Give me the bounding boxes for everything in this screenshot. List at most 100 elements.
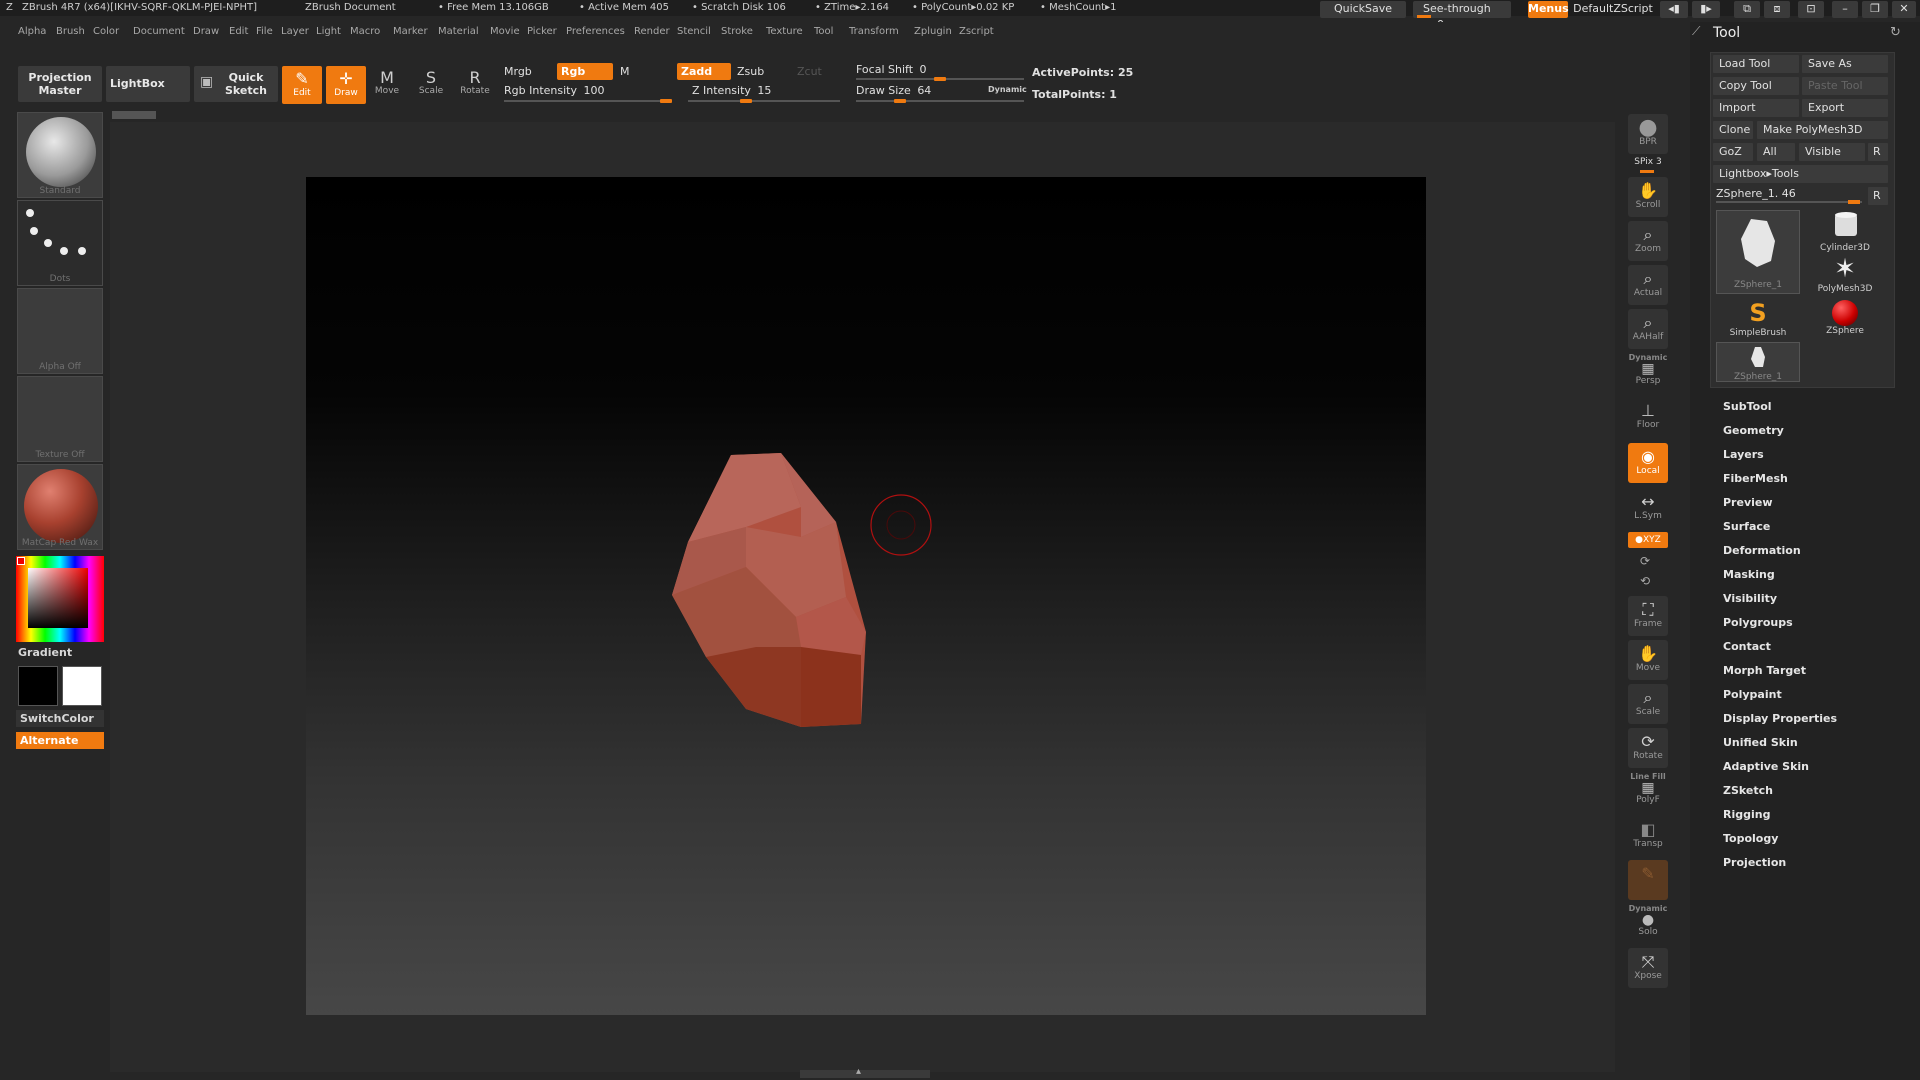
palette-left-icon[interactable]: ◂▮: [1660, 1, 1688, 18]
menu-picker[interactable]: Picker: [527, 26, 557, 37]
ghost-button[interactable]: ✎: [1628, 860, 1668, 900]
menu-transform[interactable]: Transform: [849, 26, 899, 37]
load-tool-button[interactable]: Load Tool: [1713, 55, 1799, 73]
palette-right-icon[interactable]: ▮▸: [1692, 1, 1720, 18]
aahalf-button[interactable]: ⌕ AAHalf: [1628, 309, 1668, 349]
switchcolor-button[interactable]: SwitchColor: [16, 710, 104, 727]
import-button[interactable]: Import: [1713, 99, 1799, 117]
menu-layer[interactable]: Layer: [281, 26, 309, 37]
bottom-tray-toggle[interactable]: ▴: [800, 1066, 930, 1078]
menu-tool[interactable]: Tool: [814, 26, 833, 37]
menu-edit[interactable]: Edit: [229, 26, 248, 37]
lightbox-tools-button[interactable]: Lightbox▸Tools: [1713, 165, 1888, 183]
floor-button[interactable]: ⊥ Floor: [1628, 397, 1668, 437]
lock-icon[interactable]: ⊡: [1798, 1, 1824, 18]
section-topology[interactable]: Topology: [1723, 832, 1778, 845]
projection-master-button[interactable]: Projection Master: [18, 66, 102, 102]
section-polygroups[interactable]: Polygroups: [1723, 616, 1793, 629]
section-fibermesh[interactable]: FiberMesh: [1723, 472, 1788, 485]
alternate-button[interactable]: Alternate: [16, 732, 104, 749]
bpr-button[interactable]: ● BPR: [1628, 114, 1668, 154]
edit-mode-button[interactable]: ✎ Edit: [282, 66, 322, 104]
section-preview[interactable]: Preview: [1723, 496, 1773, 509]
menu-marker[interactable]: Marker: [393, 26, 428, 37]
menu-light[interactable]: Light: [316, 26, 341, 37]
section-visibility[interactable]: Visibility: [1723, 592, 1777, 605]
secondary-color-swatch[interactable]: [62, 666, 102, 706]
scale-view-button[interactable]: ⌕ Scale: [1628, 684, 1668, 724]
gradient-label[interactable]: Gradient: [18, 646, 72, 659]
section-surface[interactable]: Surface: [1723, 520, 1770, 533]
m-button[interactable]: M: [620, 65, 630, 78]
current-tool-slider[interactable]: [1716, 201, 1862, 203]
copy-tool-button[interactable]: Copy Tool: [1713, 77, 1799, 95]
maximize-icon[interactable]: ❐: [1862, 1, 1888, 18]
menu-zscript[interactable]: Zscript: [959, 26, 994, 37]
rgb-intensity-track[interactable]: [504, 100, 672, 102]
z-intensity-knob[interactable]: [740, 99, 752, 103]
transp-button[interactable]: ◧ Transp: [1628, 816, 1668, 856]
solo-button[interactable]: Dynamic ● Solo: [1628, 904, 1668, 944]
save-as-button[interactable]: Save As: [1802, 55, 1888, 73]
menu-macro[interactable]: Macro: [350, 26, 380, 37]
section-adaptive-skin[interactable]: Adaptive Skin: [1723, 760, 1809, 773]
color-square[interactable]: [28, 568, 88, 628]
tool-thumb-zsphere[interactable]: ZSphere: [1803, 298, 1887, 340]
section-unified-skin[interactable]: Unified Skin: [1723, 736, 1798, 749]
section-layers[interactable]: Layers: [1723, 448, 1764, 461]
tool-thumb-polymesh3d[interactable]: ✶ PolyMesh3D: [1803, 254, 1887, 296]
mrgb-button[interactable]: Mrgb: [504, 65, 532, 78]
menu-movie[interactable]: Movie: [490, 26, 520, 37]
paste-tool-button[interactable]: Paste Tool: [1802, 77, 1888, 95]
rotate-z-icon[interactable]: ⟲: [1640, 574, 1650, 588]
focal-shift-slider[interactable]: Focal Shift 0: [856, 63, 927, 76]
z-intensity-slider[interactable]: Z Intensity 15: [692, 84, 771, 97]
rgb-intensity-knob[interactable]: [660, 99, 672, 103]
local-button[interactable]: ◉ Local: [1628, 443, 1668, 483]
goz-r-button[interactable]: R: [1868, 143, 1888, 161]
menu-alpha[interactable]: Alpha: [18, 26, 46, 37]
tool-palette-pin-icon[interactable]: ⟋: [1692, 24, 1700, 39]
zcut-button[interactable]: Zcut: [797, 65, 822, 78]
menu-brush[interactable]: Brush: [56, 26, 85, 37]
tool-palette-reset-icon[interactable]: ↻: [1890, 25, 1901, 40]
zadd-button[interactable]: Zadd: [677, 63, 731, 80]
xyz-button[interactable]: ●XYZ: [1628, 532, 1668, 548]
tool-thumb-cylinder3d[interactable]: Cylinder3D: [1803, 210, 1887, 253]
tool-thumb-simplebrush[interactable]: S SimpleBrush: [1716, 298, 1800, 340]
minimize-icon[interactable]: –: [1832, 1, 1858, 18]
draw-size-track[interactable]: [856, 100, 1024, 102]
lightbox-button[interactable]: LightBox: [106, 66, 190, 102]
dynamic-toggle[interactable]: Dynamic: [988, 85, 1027, 94]
menu-stencil[interactable]: Stencil: [677, 26, 711, 37]
menu-stroke[interactable]: Stroke: [721, 26, 753, 37]
tool-palette-title[interactable]: Tool: [1713, 25, 1740, 41]
section-projection[interactable]: Projection: [1723, 856, 1786, 869]
clone-button[interactable]: Clone: [1713, 121, 1753, 139]
section-masking[interactable]: Masking: [1723, 568, 1775, 581]
spix-slider[interactable]: SPix 3: [1628, 157, 1668, 173]
rotate-view-button[interactable]: ⟳ Rotate: [1628, 728, 1668, 768]
menu-render[interactable]: Render: [634, 26, 670, 37]
tool-r-button[interactable]: R: [1868, 187, 1888, 205]
quicksave-button[interactable]: QuickSave: [1320, 1, 1406, 18]
move-mode-button[interactable]: M Move: [368, 66, 406, 106]
actual-button[interactable]: ⌕ Actual: [1628, 265, 1668, 305]
goz-visible-button[interactable]: Visible: [1799, 143, 1865, 161]
section-contact[interactable]: Contact: [1723, 640, 1771, 653]
goz-all-button[interactable]: All: [1757, 143, 1795, 161]
draw-mode-button[interactable]: ✛ Draw: [326, 66, 366, 104]
default-zscript-button[interactable]: DefaultZScript: [1572, 1, 1654, 18]
section-deformation[interactable]: Deformation: [1723, 544, 1801, 557]
draw-size-slider[interactable]: Draw Size 64: [856, 84, 931, 97]
see-through-slider[interactable]: See-through 0: [1413, 1, 1511, 31]
current-tool-slider-knob[interactable]: [1848, 200, 1860, 204]
scroll-button[interactable]: ✋ Scroll: [1628, 177, 1668, 217]
move-view-button[interactable]: ✋ Move: [1628, 640, 1668, 680]
menu-material[interactable]: Material: [438, 26, 479, 37]
rotate-mode-button[interactable]: R Rotate: [456, 66, 494, 106]
section-morph-target[interactable]: Morph Target: [1723, 664, 1806, 677]
section-polypaint[interactable]: Polypaint: [1723, 688, 1782, 701]
make-polymesh3d-button[interactable]: Make PolyMesh3D: [1757, 121, 1888, 139]
export-button[interactable]: Export: [1802, 99, 1888, 117]
